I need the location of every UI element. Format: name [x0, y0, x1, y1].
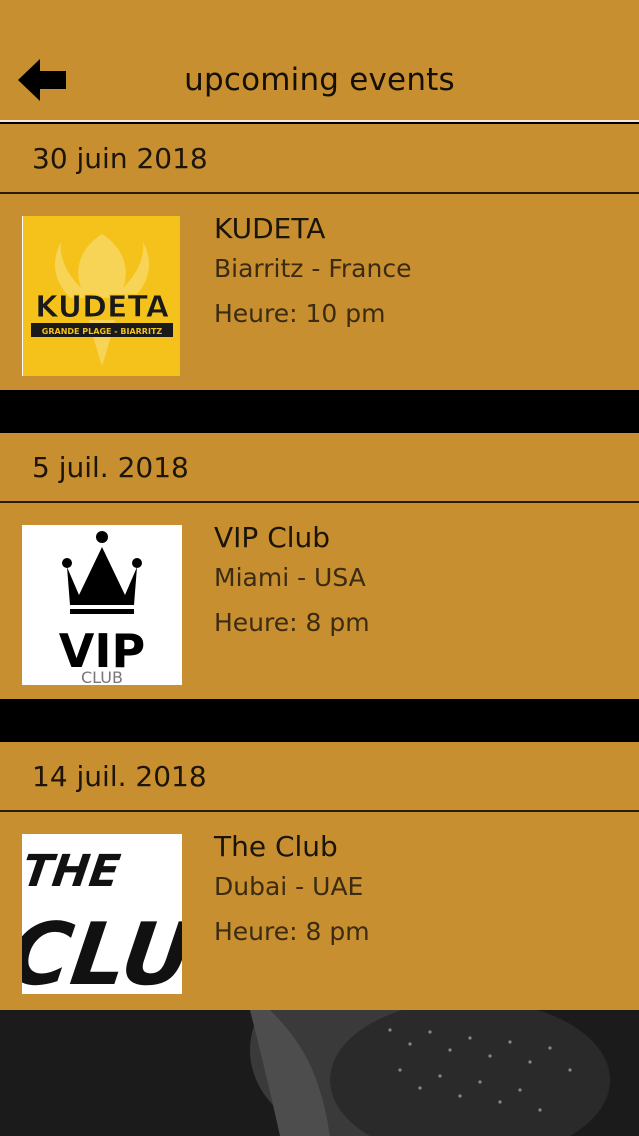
- event-card: 30 juin 2018 KUDETA GRANDE PLAGE - BIARR…: [0, 124, 639, 390]
- svg-text:KUDETA: KUDETA: [35, 290, 170, 325]
- vip-club-logo: VIP CLUB: [22, 525, 182, 685]
- svg-text:CLU: CLU: [22, 905, 182, 994]
- event-name: The Club: [214, 830, 338, 863]
- event-date-bar: 5 juil. 2018: [0, 433, 639, 503]
- event-date: 30 juin 2018: [32, 142, 208, 175]
- the-club-logo: THE CLU: [22, 834, 182, 994]
- kudeta-logo: KUDETA GRANDE PLAGE - BIARRITZ: [22, 216, 180, 376]
- event-location: Biarritz - France: [214, 254, 412, 283]
- svg-text:GRANDE PLAGE - BIARRITZ: GRANDE PLAGE - BIARRITZ: [42, 327, 163, 336]
- event-date-bar: 30 juin 2018: [0, 124, 639, 194]
- event-card: 14 juil. 2018 THE CLU The Club Dubai - U…: [0, 742, 639, 1010]
- event-row-the-club[interactable]: THE CLU The Club Dubai - UAE Heure: 8 pm: [0, 814, 639, 1002]
- svg-text:THE: THE: [22, 846, 123, 897]
- app-header: upcoming events: [0, 0, 639, 122]
- event-date-bar: 14 juil. 2018: [0, 742, 639, 812]
- page-title: upcoming events: [184, 62, 455, 98]
- event-row-kudeta[interactable]: KUDETA GRANDE PLAGE - BIARRITZ KUDETA Bi…: [0, 196, 639, 384]
- event-name: VIP Club: [214, 521, 331, 554]
- event-location: Miami - USA: [214, 563, 366, 592]
- event-date: 5 juil. 2018: [32, 451, 189, 484]
- event-time: Heure: 8 pm: [214, 917, 370, 946]
- event-location: Dubai - UAE: [214, 872, 364, 901]
- event-row-vip-club[interactable]: VIP CLUB VIP Club Miami - USA Heure: 8 p…: [0, 505, 639, 693]
- background-photo: [0, 1010, 639, 1136]
- event-date: 14 juil. 2018: [32, 760, 207, 793]
- event-time: Heure: 10 pm: [214, 299, 386, 328]
- svg-text:CLUB: CLUB: [81, 668, 123, 685]
- event-time: Heure: 8 pm: [214, 608, 370, 637]
- screen: upcoming events 30 juin 2018 KUDETA GRAN…: [0, 0, 639, 1136]
- event-name: KUDETA: [214, 212, 326, 245]
- event-card: 5 juil. 2018 VIP CLUB VIP Club Miami - U…: [0, 433, 639, 699]
